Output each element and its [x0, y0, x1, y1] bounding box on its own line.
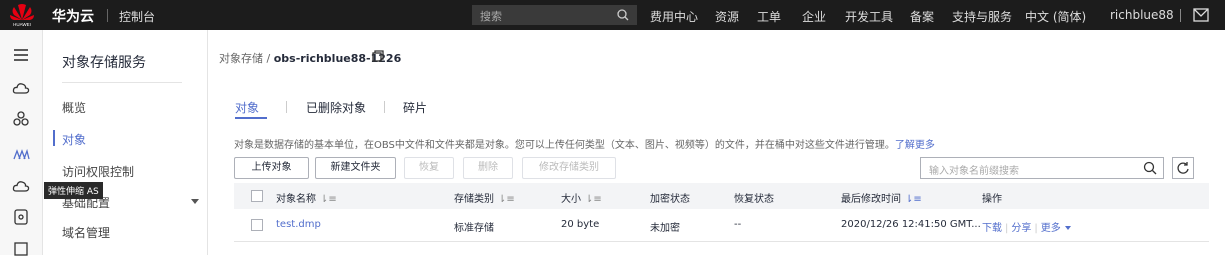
upload-object-button[interactable]: 上传对象 — [234, 157, 309, 179]
new-folder-button[interactable]: 新建文件夹 — [315, 157, 396, 179]
learn-more-link[interactable]: 了解更多 — [895, 140, 935, 151]
search-icon[interactable] — [616, 8, 630, 22]
search-icon[interactable] — [1143, 161, 1157, 175]
column-label: 大小 — [561, 194, 581, 205]
actions-cell: 下载 | 分享 | 更多 — [982, 219, 1071, 234]
breadcrumb-separator: / — [266, 52, 271, 65]
copy-icon[interactable] — [372, 50, 384, 62]
row-checkbox[interactable] — [251, 219, 263, 231]
sidebar: 对象存储服务 概览 对象 访问权限控制 基础配置 域名管理 — [43, 30, 208, 255]
modified-cell: 2020/12/26 12:41:50 GMT... — [841, 219, 981, 230]
delete-button[interactable]: 删除 — [463, 157, 513, 179]
breadcrumb-root[interactable]: 对象存储 — [219, 52, 263, 65]
storage-icon[interactable] — [12, 145, 30, 163]
storage-class-cell: 标准存储 — [454, 223, 494, 234]
rail-tooltip: 弹性伸缩 AS — [44, 182, 103, 199]
cluster-icon[interactable] — [12, 110, 30, 128]
more-dropdown[interactable]: 更多 — [1041, 223, 1061, 234]
column-label: 存储类别 — [454, 194, 494, 205]
mail-icon[interactable] — [1193, 8, 1209, 22]
sort-icon[interactable]: ⇂≡ — [498, 194, 515, 205]
cloud-icon[interactable] — [12, 80, 30, 98]
objects-panel: 对象 已删除对象 碎片 对象是数据存储的基本单位，在OBS中文件和文件夹都是对象… — [219, 84, 1219, 244]
column-header-modified[interactable]: 最后修改时间 ⇂≡ — [841, 190, 922, 205]
top-bar: HUAWEI 华为云 控制台 搜索 费用中心 资源 工单 企业 开发工具 备案 … — [0, 0, 1225, 30]
sidebar-title: 对象存储服务 — [62, 55, 146, 71]
tab-objects[interactable]: 对象 — [235, 99, 259, 116]
nav-username[interactable]: richblue88 — [1110, 8, 1174, 22]
column-label: 对象名称 — [276, 194, 316, 205]
table-header: 对象名称 ⇂≡ 存储类别 ⇂≡ 大小 ⇂≡ 加密状态 恢复状态 最后修改时间 ⇂≡ 操作 — [234, 183, 1209, 209]
server-icon[interactable] — [12, 240, 30, 258]
sidebar-item-overview[interactable]: 概览 — [62, 99, 86, 116]
select-all-checkbox[interactable] — [251, 190, 263, 202]
active-indicator — [53, 130, 55, 146]
nav-language[interactable]: 中文 (简体) — [1025, 8, 1086, 25]
caret-down-icon[interactable] — [1064, 226, 1071, 230]
nav-tickets[interactable]: 工单 — [757, 8, 781, 25]
tab-underline — [235, 117, 267, 119]
column-header-restore: 恢复状态 — [734, 194, 774, 205]
column-header-actions: 操作 — [982, 194, 1002, 205]
sidebar-item-objects[interactable]: 对象 — [62, 131, 86, 148]
search-placeholder: 搜索 — [480, 10, 502, 23]
service-icon-rail — [0, 30, 43, 258]
nav-dev-tools[interactable]: 开发工具 — [845, 8, 893, 25]
huawei-logo-icon[interactable]: HUAWEI — [8, 3, 36, 27]
restore-cell: -- — [734, 219, 742, 230]
column-header-size[interactable]: 大小 ⇂≡ — [561, 190, 602, 205]
divider — [1180, 9, 1181, 22]
divider — [107, 9, 108, 22]
change-storage-class-button[interactable]: 修改存储类别 — [522, 157, 616, 179]
sort-icon[interactable]: ⇂≡ — [585, 194, 602, 205]
objects-description: 对象是数据存储的基本单位，在OBS中文件和文件夹都是对象。您可以上传任何类型（文… — [234, 136, 935, 151]
nav-billing[interactable]: 费用中心 — [650, 8, 698, 25]
restore-button[interactable]: 恢复 — [404, 157, 454, 179]
column-header-name[interactable]: 对象名称 ⇂≡ — [276, 190, 337, 205]
divider — [286, 101, 287, 113]
tab-fragments[interactable]: 碎片 — [403, 99, 427, 116]
encryption-cell: 未加密 — [650, 223, 680, 234]
column-header-class[interactable]: 存储类别 ⇂≡ — [454, 190, 515, 205]
table-row: test.dmp 标准存储 20 byte 未加密 -- 2020/12/26 … — [234, 209, 1209, 242]
description-text: 对象是数据存储的基本单位，在OBS中文件和文件夹都是对象。您可以上传任何类型（文… — [234, 140, 895, 151]
column-label: 最后修改时间 — [841, 194, 901, 205]
sidebar-item-domain-management[interactable]: 域名管理 — [62, 224, 110, 241]
search-placeholder: 输入对象名前缀搜索 — [929, 166, 1019, 177]
object-name-link[interactable]: test.dmp — [276, 219, 321, 230]
share-link[interactable]: 分享 — [1011, 223, 1031, 234]
action-divider: | — [1034, 223, 1038, 234]
global-search-input[interactable]: 搜索 — [472, 5, 637, 25]
object-search-input[interactable]: 输入对象名前缀搜索 — [920, 157, 1164, 179]
nav-enterprise[interactable]: 企业 — [802, 8, 826, 25]
size-cell: 20 byte — [561, 219, 600, 230]
tab-deleted-objects[interactable]: 已删除对象 — [306, 99, 366, 116]
chevron-down-icon[interactable] — [191, 199, 199, 204]
logo-text: HUAWEI — [13, 22, 31, 27]
column-header-encryption: 加密状态 — [650, 194, 690, 205]
menu-icon[interactable] — [12, 46, 30, 64]
download-link[interactable]: 下载 — [982, 223, 1002, 234]
console-link[interactable]: 控制台 — [119, 8, 155, 25]
brand-name[interactable]: 华为云 — [52, 6, 94, 26]
sort-icon[interactable]: ⇂≡ — [320, 194, 337, 205]
sidebar-item-access-control[interactable]: 访问权限控制 — [62, 163, 134, 180]
divider — [62, 82, 182, 83]
action-divider: | — [1005, 223, 1009, 234]
sort-icon[interactable]: ⇂≡ — [905, 194, 922, 205]
nav-support[interactable]: 支持与服务 — [952, 8, 1012, 25]
refresh-button[interactable] — [1172, 157, 1194, 179]
nav-icp-filing[interactable]: 备案 — [910, 8, 934, 25]
nav-resources[interactable]: 资源 — [715, 8, 739, 25]
divider — [384, 101, 385, 113]
cloud-service-icon[interactable] — [12, 178, 30, 196]
refresh-icon — [1177, 162, 1189, 174]
database-icon[interactable] — [12, 208, 30, 226]
